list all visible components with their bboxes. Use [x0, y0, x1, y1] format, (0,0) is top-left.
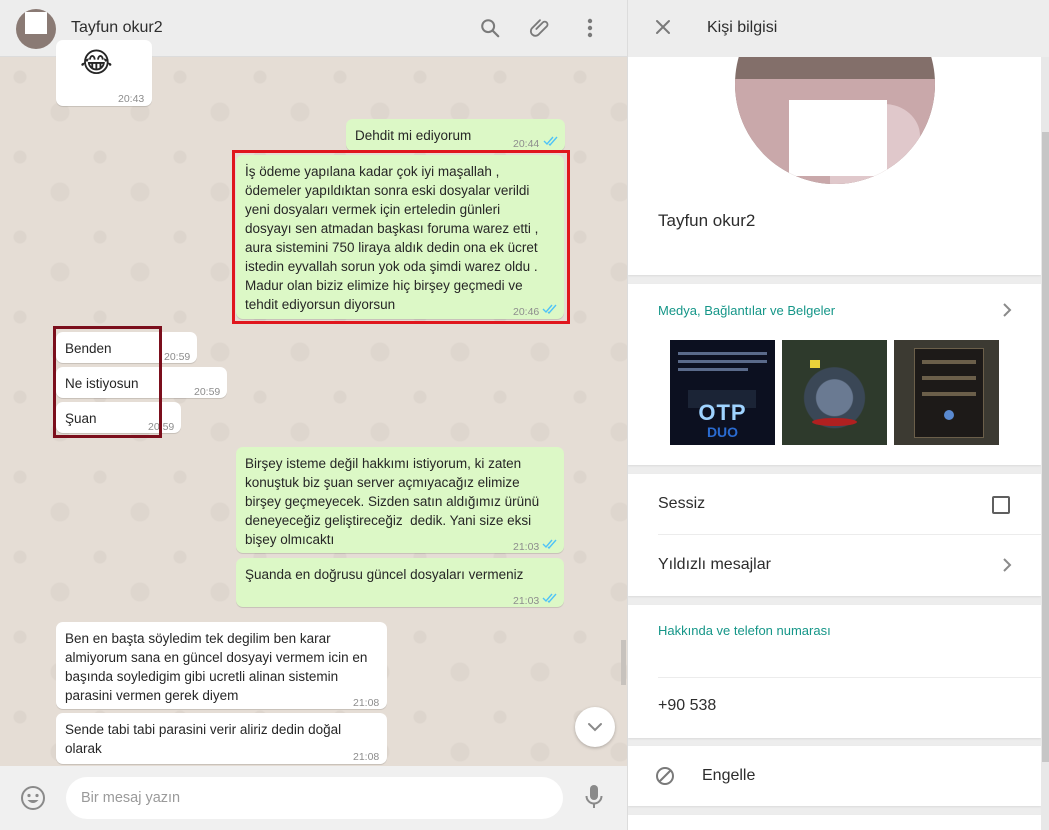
- message-input[interactable]: [66, 777, 563, 819]
- read-tick-icon: [543, 136, 558, 146]
- profile-card: Tayfun okur2: [628, 0, 1041, 275]
- chevron-right-icon[interactable]: [1001, 558, 1013, 572]
- thumb-banner: OTP: [698, 400, 747, 425]
- message-bubble[interactable]: Sende tabi tabi parasini verir aliriz de…: [56, 713, 387, 764]
- message-bubble[interactable]: Benden 20:59: [56, 332, 197, 363]
- message-text: Birşey isteme değil hakkımı istiyorum, k…: [245, 456, 540, 547]
- message-time: 20:46: [513, 306, 540, 318]
- message-bubble[interactable]: Şuanda en doğrusu güncel dosyaları verme…: [236, 558, 564, 607]
- read-tick-icon: [542, 304, 557, 314]
- block-label[interactable]: Engelle: [702, 767, 755, 785]
- mute-checkbox[interactable]: [992, 496, 1010, 514]
- laughing-emoji: 😂: [80, 47, 113, 78]
- starred-messages-item[interactable]: Yıldızlı mesajlar: [658, 556, 771, 574]
- info-title: Kişi bilgisi: [707, 19, 778, 36]
- message-text: Sende tabi tabi parasini verir aliriz de…: [65, 722, 342, 756]
- message-bubble[interactable]: Ben en başta söyledim tek degilim ben ka…: [56, 622, 387, 709]
- chat-pane: Tayfun okur2 😂 20:43 Dehdit mi ediyorum …: [0, 0, 627, 830]
- phone-number[interactable]: +90 538: [658, 697, 716, 715]
- read-tick-icon: [542, 539, 557, 549]
- message-text: İş ödeme yapılana kadar çok iyi maşallah…: [245, 164, 539, 312]
- message-text: Ben en başta söyledim tek degilim ben ka…: [65, 631, 368, 703]
- message-time: 20:44: [513, 138, 540, 150]
- block-card[interactable]: Engelle: [628, 746, 1041, 806]
- divider: [658, 677, 1041, 678]
- info-scrollbar[interactable]: [1041, 57, 1049, 830]
- message-bubble[interactable]: Ne istiyosun 20:59: [56, 367, 227, 398]
- contact-avatar[interactable]: [16, 9, 56, 49]
- media-section-title[interactable]: Medya, Bağlantılar ve Belgeler: [658, 303, 835, 318]
- message-time: 21:03: [513, 541, 540, 553]
- next-card: [628, 815, 1041, 830]
- message-text: Benden: [65, 341, 112, 356]
- settings-card: Sessiz Yıldızlı mesajlar: [628, 474, 1041, 596]
- message-bubble[interactable]: Birşey isteme değil hakkımı istiyorum, k…: [236, 447, 564, 553]
- divider: [658, 534, 1041, 535]
- message-bubble[interactable]: 😂 20:43: [56, 40, 152, 106]
- search-icon[interactable]: [476, 14, 504, 42]
- message-time: 21:03: [513, 595, 540, 607]
- message-bubble[interactable]: Şuan 20:59: [56, 402, 181, 433]
- chat-scrollbar[interactable]: [621, 640, 626, 685]
- mute-label: Sessiz: [658, 495, 706, 512]
- message-time: 21:08: [353, 751, 380, 763]
- message-time: 20:43: [118, 93, 145, 105]
- scroll-down-button[interactable]: [575, 707, 615, 747]
- composer: [0, 766, 627, 830]
- message-bubble[interactable]: İş ödeme yapılana kadar çok iyi maşallah…: [236, 155, 564, 319]
- close-icon[interactable]: [654, 18, 672, 41]
- emoji-icon[interactable]: [20, 785, 46, 816]
- read-tick-icon: [542, 593, 557, 603]
- message-text: Dehdit mi ediyorum: [355, 128, 472, 143]
- chevron-down-icon: [588, 723, 602, 732]
- thumb-sub: DUO: [706, 424, 739, 440]
- message-bubble[interactable]: Dehdit mi ediyorum 20:44: [346, 119, 565, 151]
- about-card: Hakkında ve telefon numarası +90 538: [628, 605, 1041, 738]
- message-input-wrapper: [66, 777, 563, 819]
- info-header: Kişi bilgisi: [628, 0, 1049, 57]
- profile-name: Tayfun okur2: [658, 211, 756, 230]
- media-thumb[interactable]: [894, 340, 999, 445]
- mic-icon[interactable]: [584, 784, 604, 815]
- chevron-right-icon[interactable]: [1001, 303, 1013, 317]
- message-time: 20:59: [194, 386, 221, 398]
- menu-icon[interactable]: [576, 14, 604, 42]
- message-time: 21:08: [353, 697, 380, 709]
- media-thumb[interactable]: [782, 340, 887, 445]
- contact-info-pane: Tayfun okur2 Kişi bilgisi Medya, Bağlant…: [627, 0, 1049, 830]
- message-time: 20:59: [164, 351, 191, 363]
- message-text: Ne istiyosun: [65, 376, 139, 391]
- block-icon: [656, 767, 674, 785]
- message-time: 20:59: [148, 421, 175, 433]
- message-text: Şuanda en doğrusu güncel dosyaları verme…: [245, 567, 524, 582]
- attach-icon[interactable]: [526, 14, 554, 42]
- media-thumb[interactable]: OTP DUO: [670, 340, 775, 445]
- contact-name[interactable]: Tayfun okur2: [71, 19, 163, 37]
- message-text: Şuan: [65, 411, 97, 426]
- media-card: Medya, Bağlantılar ve Belgeler OTP DUO: [628, 284, 1041, 465]
- about-section-title: Hakkında ve telefon numarası: [658, 623, 831, 638]
